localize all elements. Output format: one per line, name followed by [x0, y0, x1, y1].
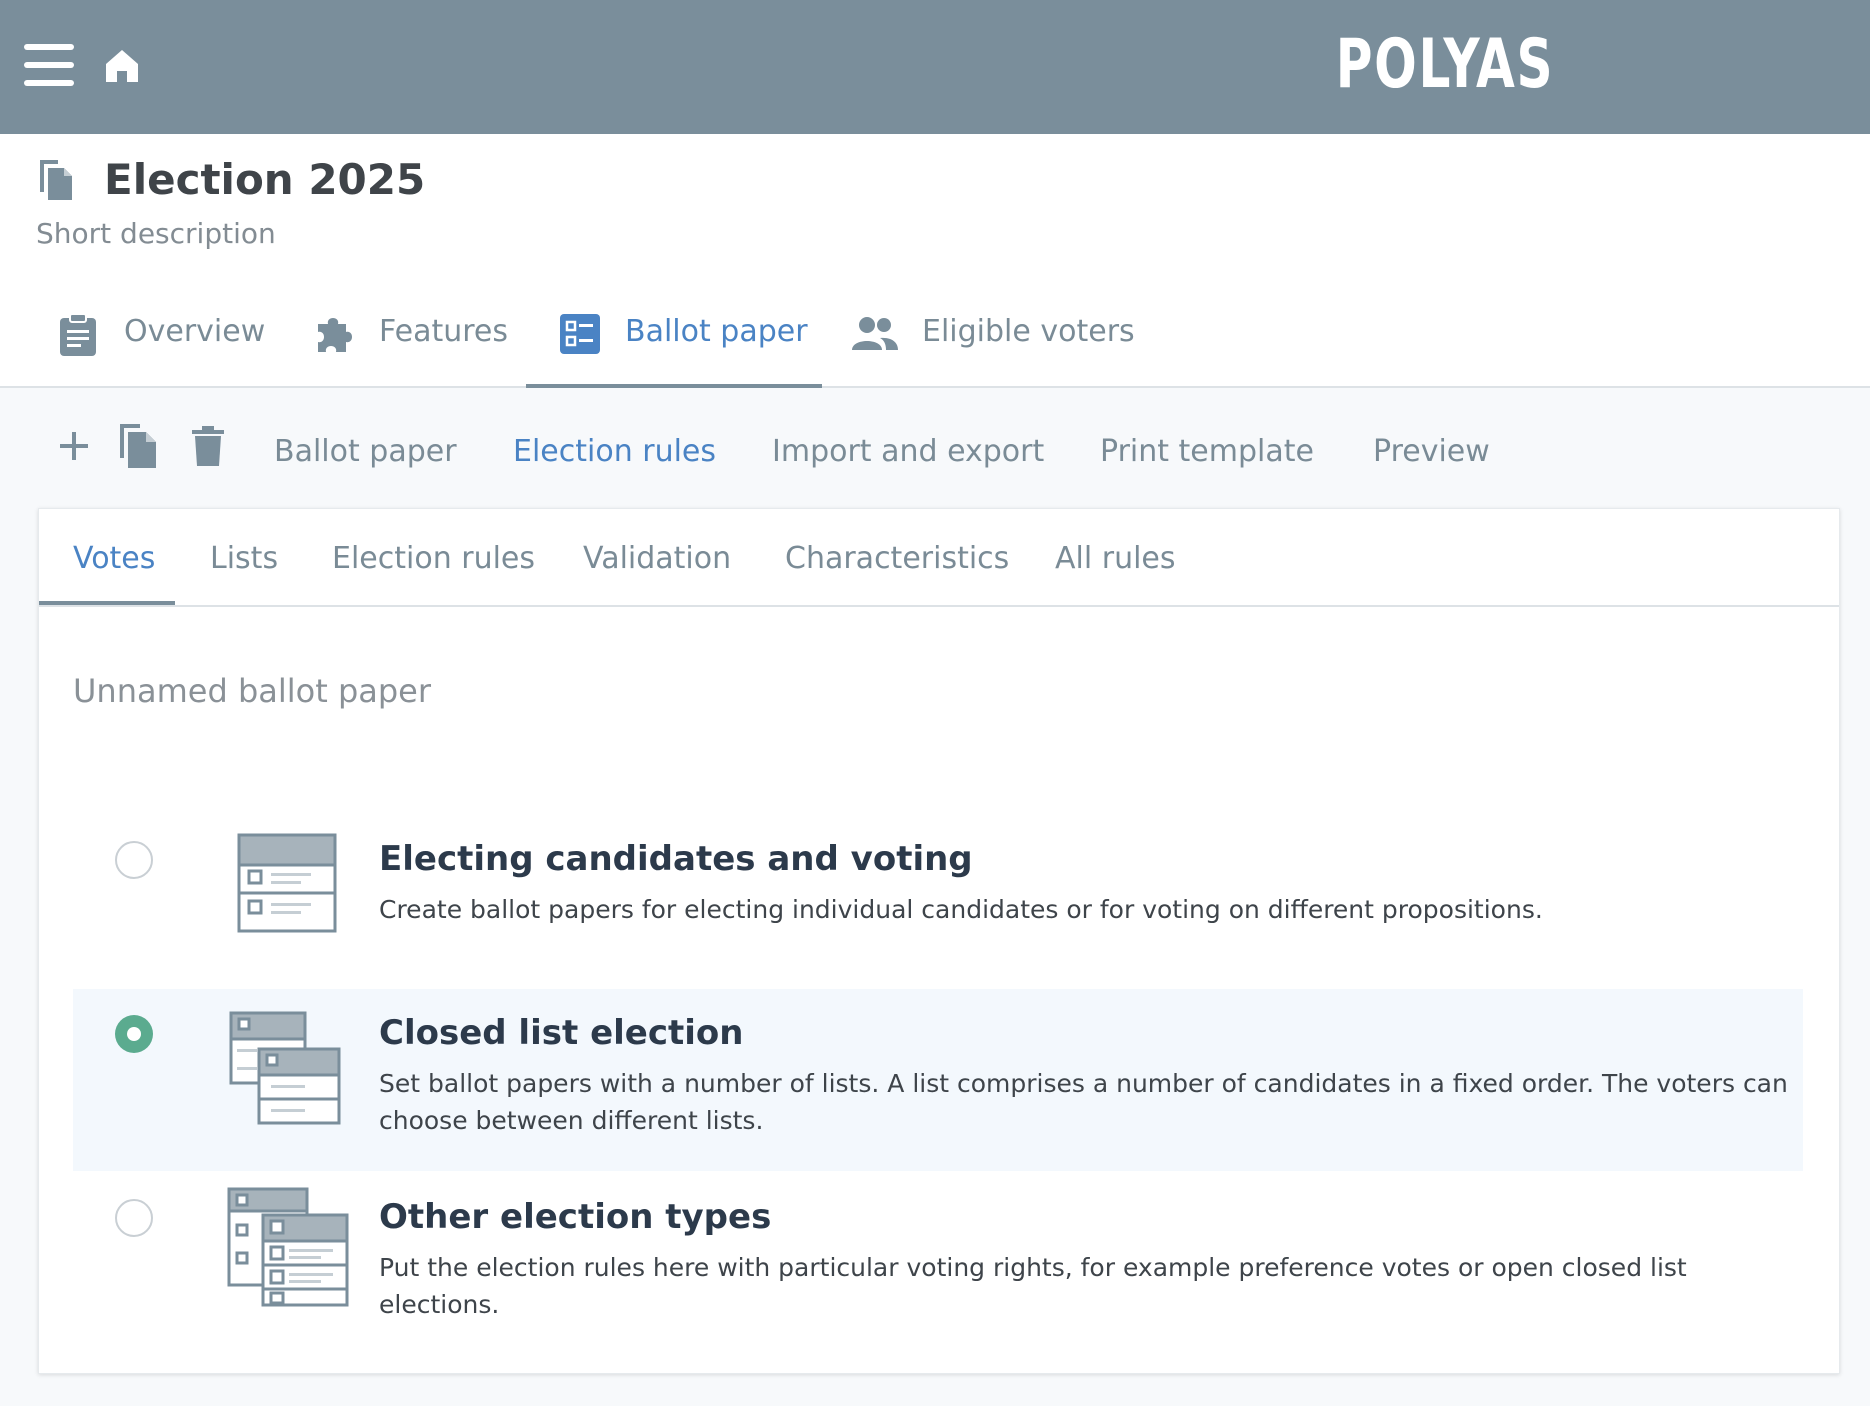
multi-ballots-icon: [227, 1187, 349, 1307]
puzzle-icon: [318, 318, 352, 352]
tab-election-rules[interactable]: Election rules: [332, 537, 535, 581]
people-icon: [852, 317, 898, 350]
page-subtitle: Short description: [36, 217, 276, 250]
copy-icon[interactable]: [116, 422, 160, 470]
documents-icon: [40, 160, 72, 200]
election-rules-card: Votes Lists Election rules Validation Ch…: [38, 508, 1840, 1374]
election-header: Election 2025 Short description Overview…: [0, 134, 1870, 388]
list-ballots-icon: [229, 1011, 341, 1125]
tab-overview[interactable]: Overview: [56, 282, 266, 386]
option-electing-candidates[interactable]: Electing candidates and voting Create ba…: [73, 809, 1803, 993]
tab-votes[interactable]: Votes: [73, 537, 155, 581]
page-title: Election 2025: [104, 155, 426, 204]
tab-label: Features: [379, 314, 508, 349]
option-description: Create ballot papers for electing indivi…: [379, 895, 1543, 924]
card-tabs: Votes Lists Election rules Validation Ch…: [39, 509, 1839, 607]
hamburger-menu-icon[interactable]: [24, 44, 74, 86]
option-other-election-types[interactable]: Other election types Put the election ru…: [73, 1173, 1803, 1353]
subnav-import-export[interactable]: Import and export: [772, 430, 1044, 474]
option-title: Closed list election: [379, 1013, 744, 1053]
radio-button[interactable]: [115, 841, 153, 879]
radio-button[interactable]: [115, 1199, 153, 1237]
clipboard-icon: [60, 313, 96, 356]
subnav-print-template[interactable]: Print template: [1100, 430, 1314, 474]
active-tab-underline: [526, 384, 822, 388]
polyas-logo: POLYAS: [1335, 25, 1555, 104]
ballot-list-icon: [560, 314, 600, 354]
tab-lists[interactable]: Lists: [210, 537, 278, 581]
tab-all-rules[interactable]: All rules: [1055, 537, 1176, 581]
radio-button-selected[interactable]: [115, 1015, 153, 1053]
option-title: Electing candidates and voting: [379, 839, 973, 879]
option-description: Set ballot papers with a number of lists…: [379, 1069, 1788, 1135]
option-closed-list-election[interactable]: Closed list election Set ballot papers w…: [73, 989, 1803, 1171]
tab-ballot-paper[interactable]: Ballot paper: [526, 282, 822, 388]
subnav-ballot-paper[interactable]: Ballot paper: [274, 430, 457, 474]
home-icon[interactable]: [102, 46, 142, 86]
single-ballot-icon: [237, 833, 337, 933]
top-bar: POLYAS: [0, 0, 1870, 134]
option-description: Put the election rules here with particu…: [379, 1253, 1687, 1319]
tab-label: Ballot paper: [625, 314, 808, 349]
option-title: Other election types: [379, 1197, 772, 1237]
subnav-preview[interactable]: Preview: [1373, 430, 1490, 474]
tab-label: Eligible voters: [922, 314, 1135, 349]
trash-icon[interactable]: [186, 422, 230, 470]
subnav-election-rules[interactable]: Election rules: [513, 430, 716, 474]
ballot-paper-name: Unnamed ballot paper: [73, 672, 432, 710]
tab-label: Overview: [124, 314, 266, 349]
tab-features[interactable]: Features: [312, 282, 522, 386]
plus-icon[interactable]: [52, 422, 96, 470]
tab-characteristics[interactable]: Characteristics: [785, 537, 1009, 581]
tab-eligible-voters[interactable]: Eligible voters: [850, 282, 1150, 386]
tab-validation[interactable]: Validation: [583, 537, 731, 581]
ballot-toolbar: Ballot paper Election rules Import and e…: [0, 390, 1870, 510]
active-tab-underline: [39, 601, 175, 605]
